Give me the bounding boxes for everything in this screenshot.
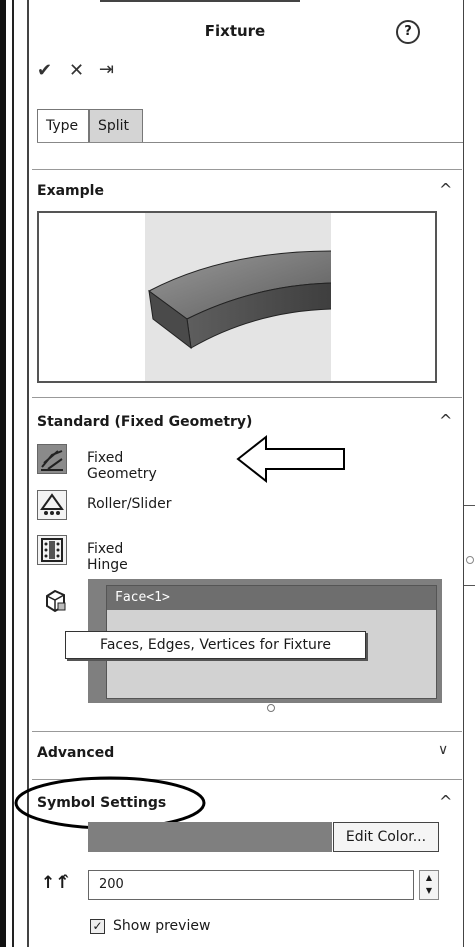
splitter-line xyxy=(464,585,475,586)
chevron-up-icon[interactable]: ^ xyxy=(439,792,452,811)
section-divider xyxy=(32,169,462,170)
fixed-hinge-icon xyxy=(37,535,67,565)
chevron-up-icon[interactable]: ^ xyxy=(439,411,452,430)
show-preview-label: Show preview xyxy=(113,918,211,934)
fixed-hinge-label: Fixed Hinge xyxy=(87,541,128,573)
arrow-pointer-icon xyxy=(236,434,345,484)
edit-color-button[interactable]: Edit Color... xyxy=(333,822,439,852)
window-frame-left xyxy=(0,0,6,947)
symbol-size-input[interactable]: 200 xyxy=(88,870,414,900)
symbol-color-swatch xyxy=(88,822,332,852)
list-item[interactable]: Face<1> xyxy=(107,586,436,610)
close-icon[interactable]: ✕ xyxy=(69,60,84,81)
advanced-section-title[interactable]: Advanced xyxy=(37,745,114,761)
ok-icon[interactable]: ✔ xyxy=(37,60,52,81)
fixed-geometry-icon xyxy=(37,444,67,474)
standard-section-title[interactable]: Standard (Fixed Geometry) xyxy=(37,414,252,430)
curved-block-illustration xyxy=(148,250,334,350)
symbol-size-spinner[interactable]: ▲ ▼ xyxy=(419,870,439,900)
panel-top-border xyxy=(100,0,300,2)
help-icon[interactable]: ? xyxy=(396,20,420,44)
chevron-up-icon[interactable]: ^ xyxy=(439,180,452,199)
section-divider xyxy=(32,397,462,398)
roller-slider-label: Roller/Slider xyxy=(87,496,172,512)
chevron-down-icon[interactable]: ∨ xyxy=(438,742,448,758)
panel-title: Fixture xyxy=(204,22,266,40)
tab-split[interactable]: Split xyxy=(89,109,143,143)
selection-tooltip: Faces, Edges, Vertices for Fixture xyxy=(65,631,366,659)
panel-border-right[interactable] xyxy=(463,0,464,947)
splitter-handle[interactable] xyxy=(466,556,474,564)
resize-handle[interactable] xyxy=(267,704,275,712)
pin-icon[interactable]: ⇥ xyxy=(99,59,114,80)
fixed-geometry-label: Fixed Geometry xyxy=(87,450,157,482)
tab-bar-baseline xyxy=(37,142,463,143)
show-preview-checkbox[interactable]: ✓ xyxy=(90,919,105,934)
roller-slider-icon xyxy=(37,490,67,520)
splitter-line xyxy=(464,505,475,506)
symbol-size-icon: ↑↑̂ xyxy=(41,873,70,893)
face-selection-icon xyxy=(41,586,69,614)
example-image-background xyxy=(145,213,334,381)
section-divider xyxy=(32,731,462,732)
example-preview xyxy=(37,211,437,383)
tab-type[interactable]: Type xyxy=(37,109,89,143)
example-section-title[interactable]: Example xyxy=(37,183,104,199)
